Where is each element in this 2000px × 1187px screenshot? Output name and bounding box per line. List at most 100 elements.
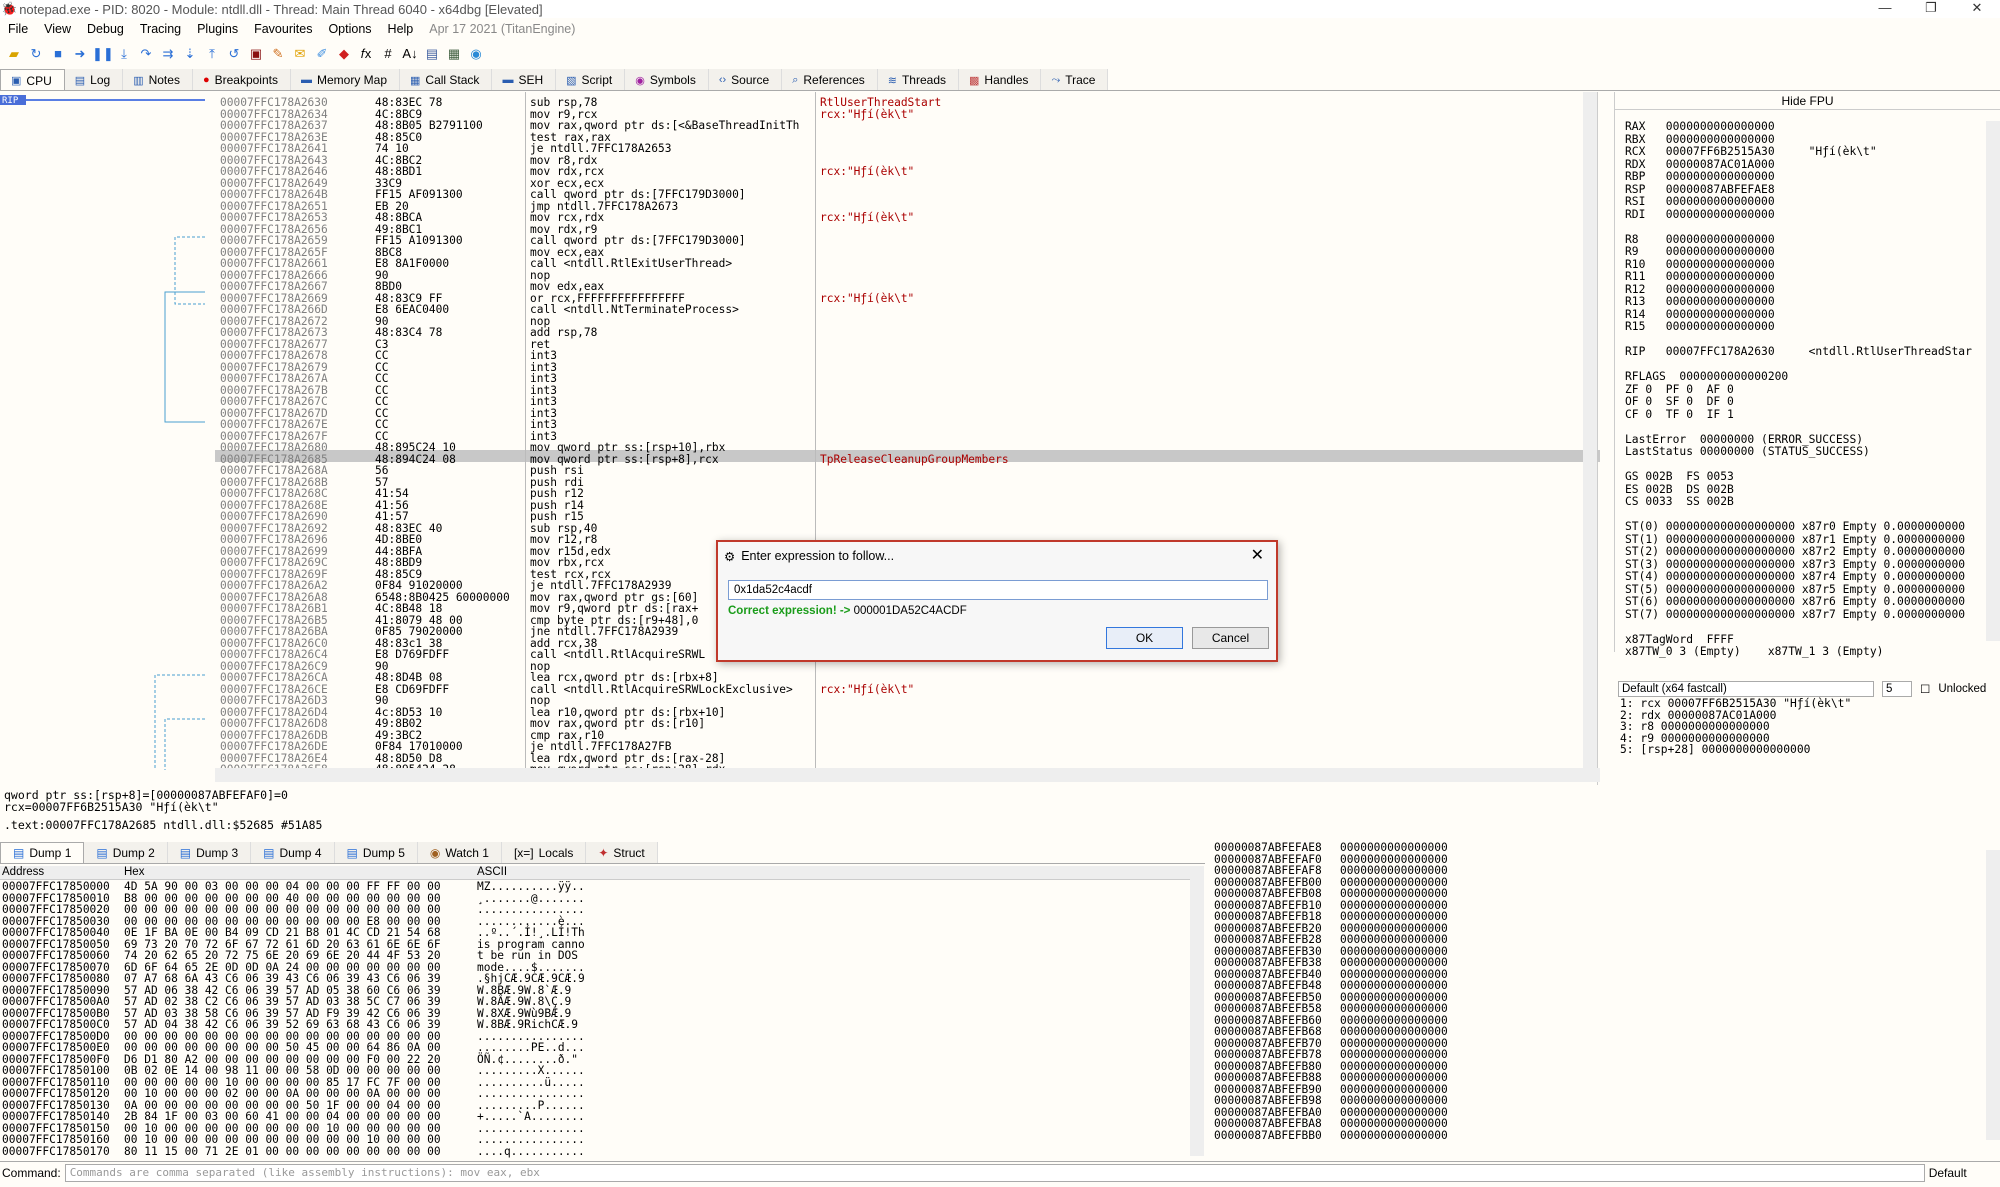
follow-expression-dialog: ⚙ Enter expression to follow... ✕ 0x1da5… xyxy=(716,540,1278,662)
dump-vscrollbar[interactable] xyxy=(1190,866,1204,1156)
comment-icon[interactable]: ✉ xyxy=(290,45,310,63)
bookmark-icon[interactable]: ◆ xyxy=(334,45,354,63)
disassembly-view[interactable]: RIP 00007FFC178A2630 00007FFC178A2634 00… xyxy=(0,92,1600,785)
jump-line-3 xyxy=(154,674,205,770)
tab-dump-4[interactable]: ▤ Dump 4 xyxy=(251,842,335,863)
tab-memory-map[interactable]: ▬ Memory Map xyxy=(290,69,400,90)
command-bar: Command: Commands are comma separated (l… xyxy=(0,1161,2000,1183)
tab-notes[interactable]: ▥ Notes xyxy=(123,69,193,90)
tab-struct[interactable]: ✦ Struct xyxy=(586,842,658,863)
address-status: .text:00007FFC178A2685 ntdll.dll:$52685 … xyxy=(4,818,323,832)
watch-icon: ◉ xyxy=(429,845,441,860)
tab-cpu[interactable]: ▣ CPU xyxy=(0,69,65,90)
tab-source[interactable]: ‹› Source xyxy=(708,69,783,90)
step-over-icon[interactable]: ↷ xyxy=(136,45,156,63)
hash-icon[interactable]: # xyxy=(378,45,398,63)
expression-valid-label: Correct expression! -> xyxy=(728,605,851,617)
menu-view[interactable]: View xyxy=(36,22,79,36)
stop-icon[interactable]: ■ xyxy=(48,45,68,63)
arguments-list: 1: rcx 00007FF6B2515A30 "Hƒí(èk\t" 2: rd… xyxy=(1620,697,1852,756)
restart-icon[interactable]: ↻ xyxy=(26,45,46,63)
expression-input[interactable]: 0x1da52c4acdf xyxy=(728,580,1268,600)
command-mode-select[interactable]: Default xyxy=(1929,1166,1967,1180)
tab-references[interactable]: ⌕ References xyxy=(782,69,878,90)
tab-locals[interactable]: [x=] Locals xyxy=(501,842,587,863)
dialog-close-icon[interactable]: ✕ xyxy=(1251,545,1264,565)
dump-icon: ▤ xyxy=(346,845,358,860)
menu-plugins[interactable]: Plugins xyxy=(189,22,246,36)
dump-icon: ▤ xyxy=(13,846,25,860)
settings-icon[interactable]: ▤ xyxy=(422,45,442,63)
patch-icon[interactable]: ✎ xyxy=(268,45,288,63)
info-line-1: qword ptr ss:[rsp+8]=[00000087ABFEFAF0]=… xyxy=(4,788,288,802)
registers-panel[interactable]: Hide FPU RAX 0000000000000000 RBX 000000… xyxy=(1614,92,2000,658)
trace-into-icon[interactable]: ⇉ xyxy=(158,45,178,63)
app-bug-icon: 🐞 xyxy=(1,1,18,16)
menu-favourites[interactable]: Favourites xyxy=(246,22,320,36)
tab-dump-1[interactable]: ▤ Dump 1 xyxy=(0,842,85,863)
minimize-button[interactable]: — xyxy=(1862,0,1908,16)
tab-handles[interactable]: ▩ Handles xyxy=(959,69,1042,90)
dump-header: Address Hex ASCII xyxy=(0,866,1192,880)
close-button[interactable]: ✕ xyxy=(1954,0,2000,16)
menu-tracing[interactable]: Tracing xyxy=(132,22,189,36)
label-icon[interactable]: ✐ xyxy=(312,45,332,63)
ok-button[interactable]: OK xyxy=(1106,627,1183,649)
scylla-icon[interactable]: ▣ xyxy=(246,45,266,63)
jump-line-2 xyxy=(164,291,205,423)
tab-dump-5[interactable]: ▤ Dump 5 xyxy=(334,842,418,863)
stack-view[interactable]: 00000087ABFEFAE8 00000087ABFEFAF0 000000… xyxy=(1210,840,2000,1158)
command-label: Command: xyxy=(2,1165,61,1180)
disasm-instruction-column: sub rsp,78 mov r9,rcx mov rax,qword ptr … xyxy=(530,96,800,775)
dump-address-header: Address xyxy=(2,866,45,878)
tab-watch-1[interactable]: ◉ Watch 1 xyxy=(417,842,502,863)
arg-count-spinner[interactable]: 5 xyxy=(1882,681,1912,697)
register-values: RAX 0000000000000000 RBX 000000000000000… xyxy=(1625,120,1972,658)
pause-icon[interactable]: ❚❚ xyxy=(92,45,114,63)
command-input[interactable]: Commands are comma separated (like assem… xyxy=(64,1163,1925,1182)
trace-over-icon[interactable]: ⇣ xyxy=(180,45,200,63)
notes-icon: ▥ xyxy=(133,74,144,87)
registers-vscrollbar[interactable] xyxy=(1986,121,2000,641)
tab-seh[interactable]: ▬ SEH xyxy=(492,69,557,90)
expression-result-value: 000001DA52C4ACDF xyxy=(853,605,967,617)
dialog-title: Enter expression to follow... xyxy=(741,549,895,563)
branch-gutter: RIP xyxy=(0,95,205,770)
run-to-user-code-icon[interactable]: ↺ xyxy=(224,45,244,63)
tab-dump-3[interactable]: ▤ Dump 3 xyxy=(167,842,252,863)
jump-line-4 xyxy=(164,718,205,770)
hide-fpu-button[interactable]: Hide FPU xyxy=(1615,92,2000,110)
open-icon[interactable]: ▰ xyxy=(4,45,24,63)
calculator-icon[interactable]: ▦ xyxy=(444,45,464,63)
tab-symbols[interactable]: ◉ Symbols xyxy=(625,69,709,90)
disasm-vscrollbar[interactable] xyxy=(1583,92,1597,768)
disasm-hscrollbar[interactable] xyxy=(215,768,1600,782)
web-icon[interactable]: ◉ xyxy=(466,45,486,63)
function-icon[interactable]: 𝑓x xyxy=(356,45,376,63)
execute-till-return-icon[interactable]: ⤒ xyxy=(202,45,222,63)
tab-trace[interactable]: ⤳ Trace xyxy=(1041,69,1109,90)
cancel-button[interactable]: Cancel xyxy=(1192,627,1269,649)
tab-threads[interactable]: ≋ Threads xyxy=(877,69,959,90)
step-into-icon[interactable]: ⤓ xyxy=(114,45,134,63)
unlocked-checkbox[interactable]: ☐ xyxy=(1920,682,1930,696)
menu-help[interactable]: Help xyxy=(380,22,422,36)
tab-breakpoints[interactable]: ● Breakpoints xyxy=(192,69,291,90)
maximize-button[interactable]: ❐ xyxy=(1908,0,1954,16)
menu-options[interactable]: Options xyxy=(320,22,379,36)
tab-dump-2[interactable]: ▤ Dump 2 xyxy=(84,842,168,863)
tab-log[interactable]: ▤ Log xyxy=(64,69,124,90)
hex-dump-view[interactable]: Address Hex ASCII 00007FFC17850000 00007… xyxy=(0,866,1205,1158)
menu-debug[interactable]: Debug xyxy=(79,22,132,36)
menu-file[interactable]: File xyxy=(0,22,36,36)
references-icon: ⌕ xyxy=(792,73,799,86)
struct-icon: ✦ xyxy=(598,845,609,860)
font-icon[interactable]: A↓ xyxy=(400,45,420,63)
tab-call-stack[interactable]: ▦ Call Stack xyxy=(400,69,493,90)
calling-convention-select[interactable]: Default (x64 fastcall) xyxy=(1618,681,1874,697)
stack-vscrollbar[interactable] xyxy=(1986,850,2000,1140)
rip-label: RIP xyxy=(2,96,19,106)
breakpoint-icon: ● xyxy=(202,74,210,86)
tab-script[interactable]: ▧ Script xyxy=(556,69,626,90)
run-icon[interactable]: ➜ xyxy=(70,45,90,63)
